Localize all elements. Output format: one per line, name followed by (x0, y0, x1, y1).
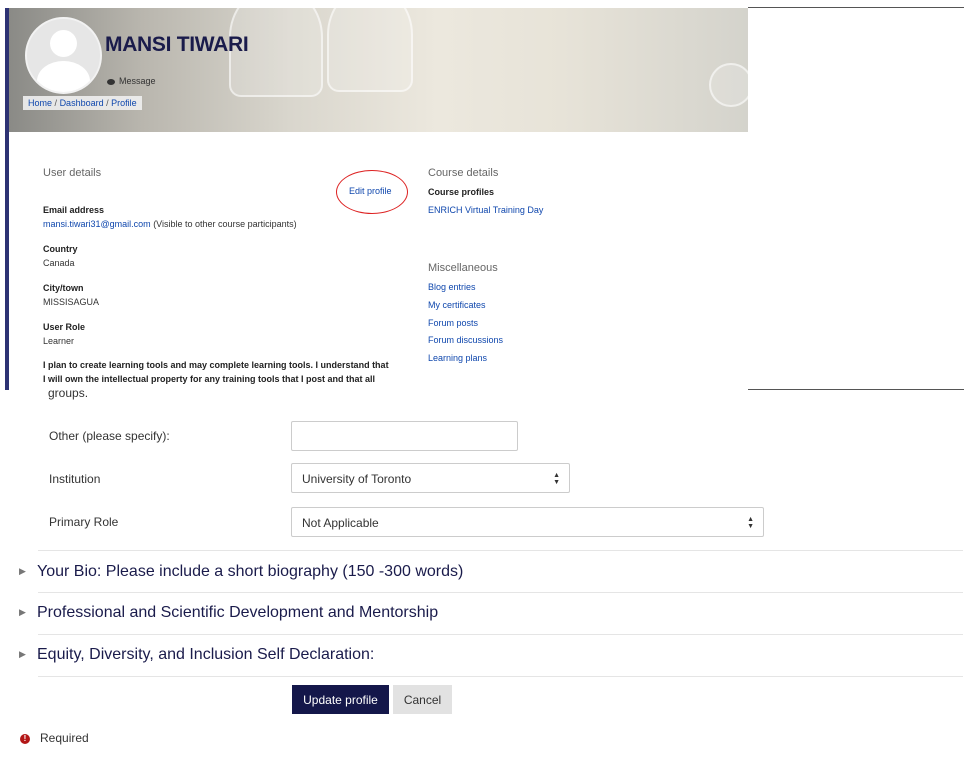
breadcrumb-home[interactable]: Home (28, 98, 52, 108)
blog-entries-link[interactable]: Blog entries (428, 282, 476, 292)
country-value: Canada (43, 258, 75, 268)
divider (38, 634, 963, 635)
user-name: MANSI TIWARI (105, 33, 249, 56)
learning-plans-link[interactable]: Learning plans (428, 353, 487, 363)
breadcrumb: Home / Dashboard / Profile (23, 96, 142, 110)
message-button[interactable]: Message (107, 76, 156, 86)
city-value: MISSISAGUA (43, 297, 100, 307)
message-label: Message (119, 76, 156, 86)
section-edi[interactable]: ▶ Equity, Diversity, and Inclusion Self D… (19, 646, 963, 664)
course-profiles-label: Course profiles (428, 187, 495, 197)
profile-screenshot: MANSI TIWARI Message Home / Dashboard / … (0, 0, 964, 392)
other-label: Other (please specify): (49, 429, 170, 443)
user-role-value: Learner (43, 336, 75, 346)
annotation-circle (336, 170, 408, 214)
institution-select[interactable]: University of Toronto ▲ ▼ (291, 463, 570, 493)
select-arrows-icon: ▲ ▼ (553, 472, 560, 486)
primary-role-value: Not Applicable (302, 516, 379, 530)
institution-label: Institution (49, 472, 101, 486)
chevron-right-icon: ▶ (19, 649, 26, 660)
chat-icon (107, 78, 115, 85)
user-role-label: User Role (43, 322, 86, 332)
divider (748, 389, 964, 390)
description-line-1: I plan to create learning tools and may … (43, 360, 389, 370)
update-profile-button[interactable]: Update profile (292, 685, 389, 714)
groups-text: groups. (48, 386, 89, 400)
description-line-2: I will own the intellectual property for… (43, 374, 376, 384)
profile-description: I plan to create learning tools and may … (43, 358, 413, 386)
course-link[interactable]: ENRICH Virtual Training Day (428, 205, 543, 215)
section-development[interactable]: ▶ Professional and Scientific Development… (19, 604, 963, 622)
section-development-label: Professional and Scientific Development … (37, 604, 439, 621)
user-details-title: User details (43, 167, 102, 179)
institution-value: University of Toronto (302, 472, 412, 486)
required-note: ! Required (20, 731, 89, 745)
chevron-right-icon: ▶ (19, 607, 26, 618)
other-input[interactable] (291, 421, 518, 451)
forum-discussions-link[interactable]: Forum discussions (428, 335, 503, 345)
primary-role-select[interactable]: Not Applicable ▲ ▼ (291, 507, 764, 537)
section-edi-label: Equity, Diversity, and Inclusion Self De… (37, 646, 375, 663)
divider (38, 676, 963, 677)
chevron-right-icon: ▶ (19, 566, 26, 577)
section-bio[interactable]: ▶ Your Bio: Please include a short biogra… (19, 563, 963, 581)
select-arrows-icon: ▲ ▼ (747, 516, 754, 530)
cancel-button[interactable]: Cancel (393, 685, 452, 714)
misc-title: Miscellaneous (428, 262, 498, 274)
breadcrumb-dashboard[interactable]: Dashboard (60, 98, 104, 108)
email-row: mansi.tiwari31@gmail.com (Visible to oth… (43, 219, 297, 229)
city-label: City/town (43, 283, 84, 293)
my-certificates-link[interactable]: My certificates (428, 300, 486, 310)
divider (748, 7, 964, 8)
email-link[interactable]: mansi.tiwari31@gmail.com (43, 219, 151, 229)
profile-banner (9, 8, 748, 132)
avatar[interactable] (25, 17, 102, 94)
required-icon: ! (20, 733, 30, 744)
country-label: Country (43, 244, 78, 254)
primary-role-label: Primary Role (49, 515, 119, 529)
required-label: Required (40, 731, 89, 745)
section-bio-label: Your Bio: Please include a short biograp… (37, 563, 464, 580)
course-details-title: Course details (428, 167, 499, 179)
email-note: (Visible to other course participants) (153, 219, 297, 229)
divider (38, 592, 963, 593)
email-label: Email address (43, 205, 105, 215)
breadcrumb-profile[interactable]: Profile (111, 98, 137, 108)
divider (38, 550, 963, 551)
forum-posts-link[interactable]: Forum posts (428, 318, 478, 328)
